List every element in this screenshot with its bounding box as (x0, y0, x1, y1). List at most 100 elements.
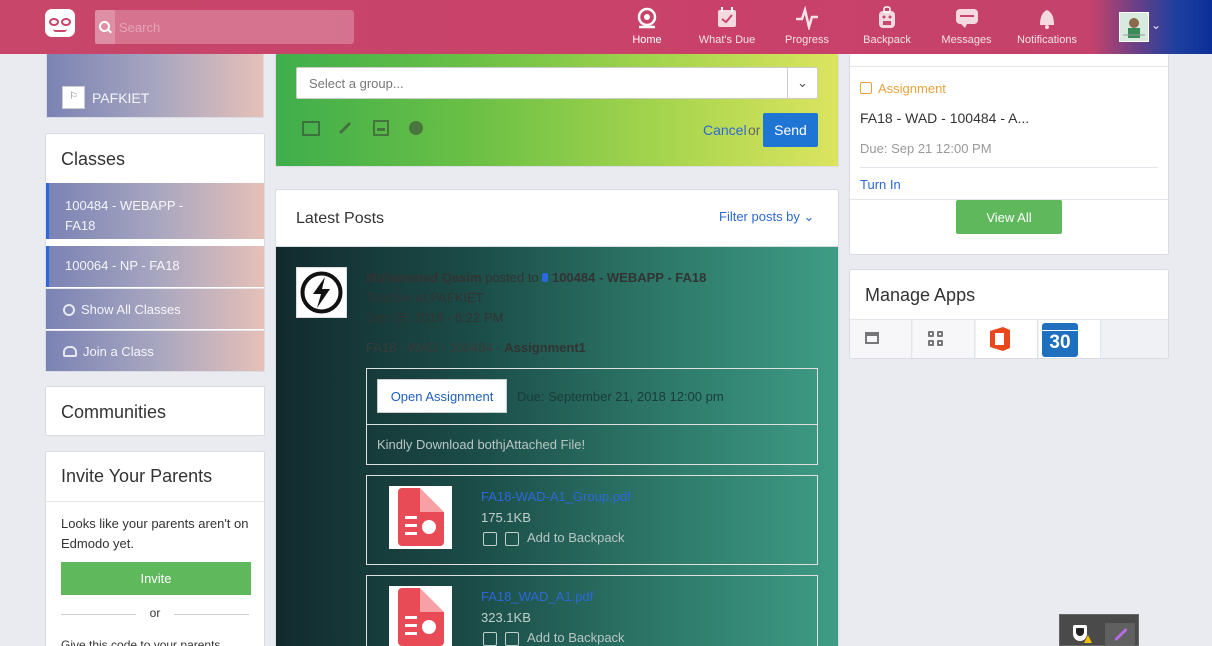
invite-button[interactable]: Invite (61, 562, 251, 595)
backpack-icon (879, 6, 895, 28)
nav-home-label: Home (632, 34, 662, 46)
pulse-icon (796, 6, 818, 30)
library-icon[interactable] (372, 120, 390, 136)
assignment-type-text: Assignment (878, 81, 946, 96)
nav-notifications[interactable]: Notifications (1015, 6, 1079, 50)
assignment-name: Assignment1 (504, 340, 586, 355)
emoji-icon[interactable] (407, 120, 425, 136)
class-item-label: 100484 - WEBAPP - FA18 (65, 198, 184, 233)
school-card: ⚐ PAFKIET (46, 54, 264, 118)
class-item-np[interactable]: 100064 - NP - FA18 (46, 246, 264, 287)
join-class-link[interactable]: Join a Class (46, 330, 264, 371)
upcoming-assignment-due: Due: Sep 21 12:00 PM (860, 141, 992, 156)
nav-notifications-label: Notifications (1017, 34, 1077, 46)
calendar-icon[interactable] (302, 120, 320, 136)
post-header-line: Muhammad Qasim posted to 100484 - WEBAPP… (366, 270, 706, 285)
nav-progress-label: Progress (784, 34, 830, 46)
preview-icon[interactable] (483, 631, 497, 646)
upcoming-assignment-title[interactable]: FA18 - WAD - 100484 - A... (860, 110, 1029, 126)
bell-icon (1040, 10, 1054, 29)
group-select[interactable]: Select a group... ⌄ (296, 67, 818, 99)
search-input[interactable] (115, 10, 354, 44)
show-all-classes-label: Show All Classes (81, 302, 181, 317)
chevron-down-icon[interactable]: ⌄ (1151, 18, 1161, 32)
send-button[interactable]: Send (763, 113, 818, 147)
assignment-type-label: Assignment (860, 81, 946, 96)
or-divider: or (61, 606, 249, 626)
backpack-icon[interactable] (505, 531, 519, 546)
join-people-icon (63, 346, 77, 357)
grid-icon[interactable] (913, 320, 975, 358)
nav-backpack-label: Backpack (863, 34, 911, 46)
manage-apps-panel: Manage Apps 30 (849, 269, 1169, 359)
turn-in-link[interactable]: Turn In (860, 177, 901, 192)
latest-posts-header: Latest Posts Filter posts by ⌄ (276, 190, 838, 247)
warning-icon (1084, 635, 1092, 643)
preview-icon[interactable] (483, 531, 497, 546)
nav-whats-due[interactable]: What's Due (697, 6, 757, 50)
filter-posts-dropdown[interactable]: Filter posts by ⌄ (719, 209, 814, 225)
open-assignment-button[interactable]: Open Assignment (377, 379, 507, 413)
edmodo-logo-icon[interactable] (45, 9, 75, 37)
school-name[interactable]: PAFKIET (92, 90, 149, 106)
top-navigation-bar: Home What's Due Progress Backpack Messag… (0, 0, 1212, 54)
assignment-note: Kindly Download bothjAttached File! (377, 437, 586, 452)
filter-posts-label: Filter posts by (719, 209, 800, 224)
pdf-file-icon[interactable] (389, 586, 452, 646)
attachment-icon[interactable] (337, 120, 355, 136)
search-icon[interactable] (95, 10, 115, 44)
user-avatar[interactable] (1119, 12, 1149, 42)
pdf-file-icon[interactable] (389, 486, 452, 549)
assignment-title[interactable]: FA18 - WAD - 100484 - Assignment1 (366, 340, 586, 355)
add-to-backpack-link[interactable]: Add to Backpack (527, 630, 625, 645)
post-author-avatar[interactable] (296, 267, 347, 318)
attachment-actions: Add to Backpack (483, 530, 625, 546)
communities-panel[interactable]: Communities (45, 386, 265, 436)
upcoming-assignments-panel: Assignment FA18 - WAD - 100484 - A... Du… (849, 54, 1169, 255)
backpack-icon[interactable] (505, 631, 519, 646)
office-icon[interactable] (976, 320, 1038, 358)
assignment-due: Due: September 21, 2018 12:00 pm (517, 389, 724, 404)
attachment-card: FA18-WAD-A1_Group.pdf 175.1KB Add to Bac… (366, 475, 818, 565)
cancel-link[interactable]: Cancel (703, 122, 747, 138)
show-all-classes-link[interactable]: Show All Classes (46, 288, 264, 329)
attachment-name[interactable]: FA18_WAD_A1.pdf (481, 589, 593, 604)
latest-posts-panel: Latest Posts Filter posts by ⌄ Muhammad … (275, 189, 839, 646)
school-icon: ⚐ (62, 86, 85, 109)
gear-icon (63, 304, 75, 316)
classes-panel: Classes 100484 - WEBAPP - FA18 100064 - … (45, 133, 265, 372)
calendar-day: 30 (1049, 332, 1071, 353)
join-class-label: Join a Class (83, 344, 154, 359)
chevron-down-icon[interactable]: ⌄ (787, 68, 817, 98)
calendar-check-icon (718, 7, 736, 27)
post-group-link[interactable]: 100484 - WEBAPP - FA18 (552, 270, 706, 285)
group-icon (542, 273, 549, 282)
parent-code-text: Give this code to your parents (61, 638, 221, 646)
divider (860, 167, 1158, 168)
nav-whats-due-label: What's Due (698, 34, 756, 46)
nav-home[interactable]: Home (627, 6, 667, 50)
attachment-size: 175.1KB (481, 510, 531, 525)
attachment-name[interactable]: FA18-WAD-A1_Group.pdf (481, 489, 631, 504)
invite-parents-title: Invite Your Parents (61, 466, 213, 486)
class-item-webapp[interactable]: 100484 - WEBAPP - FA18 (46, 183, 264, 239)
nav-backpack[interactable]: Backpack (861, 6, 913, 50)
calendar-icon[interactable]: 30 (1039, 320, 1101, 358)
view-all-button[interactable]: View All (956, 200, 1062, 234)
post-author[interactable]: Muhammad Qasim (366, 270, 482, 285)
apps-row: 30 (850, 320, 1168, 358)
system-tray (1059, 614, 1139, 646)
add-to-backpack-link[interactable]: Add to Backpack (527, 530, 625, 545)
attachment-actions: Add to Backpack (483, 630, 625, 646)
class-item-label: 100064 - NP - FA18 (65, 258, 180, 273)
lightning-icon (300, 271, 343, 314)
store-icon[interactable] (850, 320, 912, 358)
attachment-card: FA18_WAD_A1.pdf 323.1KB Add to Backpack (366, 575, 818, 646)
nav-progress[interactable]: Progress (780, 6, 834, 50)
assignment-prefix: FA18 - WAD - 100484 - (366, 340, 501, 355)
message-icon (955, 9, 978, 28)
divider (850, 66, 1168, 67)
feather-icon[interactable] (1105, 623, 1135, 645)
communities-title: Communities (61, 402, 167, 422)
nav-messages[interactable]: Messages (939, 6, 994, 50)
